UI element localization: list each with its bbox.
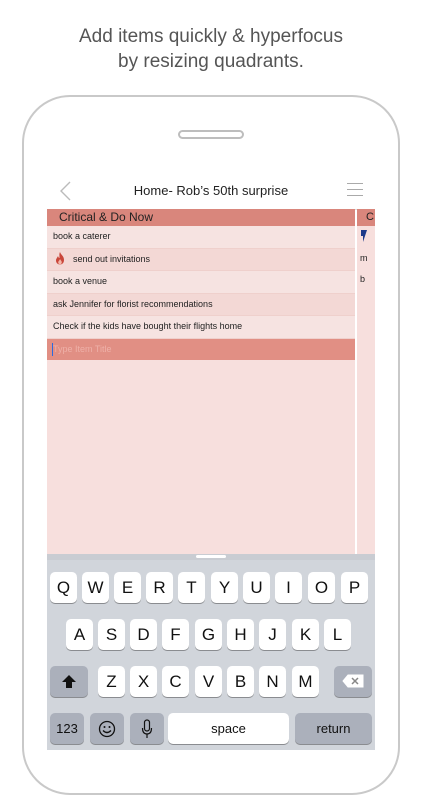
key-e[interactable]: E [114,572,141,603]
key-q[interactable]: Q [50,572,77,603]
numbers-key[interactable]: 123 [50,713,84,744]
return-key[interactable]: return [295,713,372,744]
delete-key[interactable] [334,666,372,697]
key-g[interactable]: G [195,619,222,650]
key-l[interactable]: L [324,619,351,650]
shift-key[interactable] [50,666,88,697]
resize-handle[interactable] [196,555,226,558]
item-label: book a venue [53,276,108,286]
key-x[interactable]: X [130,666,157,697]
key-d[interactable]: D [130,619,157,650]
flame-icon [56,251,64,265]
keyboard: Q W E R T Y U I O P A S D F G H J K L Z … [47,560,375,750]
list-item[interactable] [357,226,375,248]
navigation-bar: Home- Rob’s 50th surprise [47,172,375,210]
list-item[interactable]: book a caterer [47,226,355,249]
key-b[interactable]: B [227,666,254,697]
app-screen: Home- Rob’s 50th surprise Critical & Do … [47,172,375,750]
page-title: Home- Rob’s 50th surprise [133,183,289,198]
item-label: send out invitations [73,253,151,264]
key-a[interactable]: A [66,619,93,650]
key-h[interactable]: H [227,619,254,650]
quadrant-critical: Critical & Do Now book a caterer send ou… [47,209,355,554]
key-w[interactable]: W [82,572,109,603]
delete-icon [342,674,364,688]
key-u[interactable]: U [243,572,270,603]
key-p[interactable]: P [341,572,368,603]
phone-speaker [178,130,244,139]
quadrant-title: C [357,209,375,226]
headline-line-2: by resizing quadrants. [118,51,304,72]
list-item[interactable]: m [357,248,375,270]
chevron-left-icon[interactable] [57,181,75,201]
marketing-headline: Add items quickly & hyperfocus by resizi… [0,24,422,74]
hamburger-menu-icon[interactable] [347,183,363,197]
quadrant-title: Critical & Do Now [47,209,355,226]
new-item-input[interactable] [47,338,343,360]
key-y[interactable]: Y [211,572,238,603]
key-s[interactable]: S [98,619,125,650]
key-m[interactable]: M [292,666,319,697]
list-item[interactable]: send out invitations [47,248,355,271]
bookmark-icon [361,230,367,242]
text-cursor [52,342,53,356]
item-label: book a caterer [53,231,111,241]
key-r[interactable]: R [146,572,173,603]
key-k[interactable]: K [292,619,319,650]
shift-icon [62,675,76,688]
key-z[interactable]: Z [98,666,125,697]
item-label: ask Jennifer for florist recommendations [53,298,213,309]
key-v[interactable]: V [195,666,222,697]
emoji-key[interactable] [90,713,124,744]
list-item[interactable]: Check if the kids have bought their flig… [47,316,355,339]
space-key[interactable]: space [168,713,289,744]
new-item-row[interactable] [47,338,355,360]
list-item[interactable]: ask Jennifer for florist recommendations [47,293,355,316]
list-item[interactable]: b [357,269,375,291]
quadrant-second[interactable]: C m b [357,209,375,554]
key-c[interactable]: C [162,666,189,697]
emoji-icon [98,720,116,738]
key-o[interactable]: O [308,572,335,603]
headline-line-1: Add items quickly & hyperfocus [78,26,343,47]
key-j[interactable]: J [259,619,286,650]
microphone-key[interactable] [130,713,164,744]
key-t[interactable]: T [178,572,205,603]
key-f[interactable]: F [162,619,189,650]
key-n[interactable]: N [259,666,286,697]
list-item[interactable]: book a venue [47,271,355,294]
microphone-icon [141,719,153,738]
item-label: Check if the kids have bought their flig… [53,321,243,331]
key-i[interactable]: I [275,572,302,603]
